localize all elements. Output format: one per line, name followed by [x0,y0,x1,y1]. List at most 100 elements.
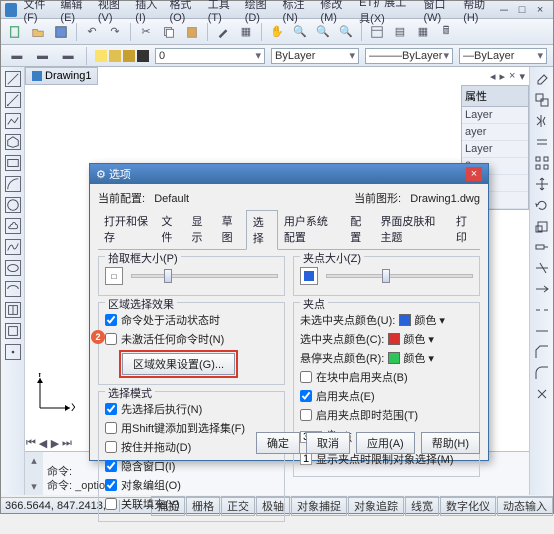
tab-profiles[interactable]: 配置 [344,210,374,249]
selected-color-button[interactable]: 颜色 ▾ [388,331,434,347]
matchprop-icon[interactable] [213,22,233,42]
layer-state-icons[interactable] [95,50,149,62]
tab-menu-icon[interactable]: ▾ [519,70,525,83]
tab-skin[interactable]: 界面皮肤和主题 [374,210,449,249]
copy-icon[interactable] [159,22,179,42]
pline-icon[interactable] [5,113,21,129]
tab-draft[interactable]: 草图 [216,210,246,249]
layermgr-icon[interactable]: ▬ [7,46,27,66]
tab-nav-right-icon[interactable]: ▸ [500,70,506,83]
designcenter-icon[interactable]: ▤ [390,22,410,42]
chk-press-drag[interactable]: 按住并拖动(D) [105,439,278,455]
ellipse-icon[interactable] [5,260,21,276]
grip-limit-field[interactable] [300,453,312,465]
offset-icon[interactable] [534,134,550,150]
zoom-realtime-icon[interactable]: 🔍 [290,22,310,42]
zoom-window-icon[interactable]: 🔍 [313,22,333,42]
new-icon[interactable] [5,22,25,42]
first-icon[interactable]: ⏮ [25,437,37,449]
chk-no-cmd[interactable]: 2 未激活任何命令时(N) [105,331,278,347]
close-icon[interactable]: × [533,4,547,16]
layerprops-icon[interactable]: ▬ [33,46,53,66]
revcloud-icon[interactable] [5,218,21,234]
open-icon[interactable] [28,22,48,42]
block-icon[interactable]: ▦ [236,22,256,42]
area-effect-settings-button[interactable]: 区域效果设置(G)... [122,353,235,375]
rectangle-icon[interactable] [5,155,21,171]
linetype-combo[interactable]: ——— ByLayer▾ [365,48,453,64]
chk-enable-grips[interactable]: 启用夹点(E) [300,388,473,404]
chamfer-icon[interactable] [534,344,550,360]
cancel-button[interactable]: 取消 [306,432,350,454]
menu-help[interactable]: 帮助(H) [459,0,495,25]
last-icon[interactable]: ⏭ [61,437,73,449]
spline-icon[interactable] [5,239,21,255]
ok-button[interactable]: 确定 [256,432,300,454]
layer-combo[interactable]: 0▾ [155,48,265,64]
color-combo[interactable]: ByLayer▾ [271,48,359,64]
polygon-icon[interactable] [5,134,21,150]
undo-icon[interactable]: ↶ [82,22,102,42]
chk-grips-in-block[interactable]: 在块中启用夹点(B) [300,369,473,385]
chk-noun-verb[interactable]: 先选择后执行(N) [105,401,278,417]
scale-icon[interactable] [534,218,550,234]
dialog-close-icon[interactable]: × [466,167,482,181]
rotate-icon[interactable] [534,197,550,213]
redo-icon[interactable]: ↷ [105,22,125,42]
lineweight-combo[interactable]: — ByLayer▾ [459,48,547,64]
chk-active-cmd[interactable]: 命令处于活动状态时 [105,312,278,328]
hover-color-button[interactable]: 颜色 ▾ [388,350,434,366]
pan-icon[interactable]: ✋ [267,22,287,42]
stretch-icon[interactable] [534,239,550,255]
tab-selection[interactable]: 选择 [246,210,278,250]
chk-implied-window[interactable]: 隐含窗口(I) [105,458,278,474]
arc-icon[interactable] [5,176,21,192]
tab-user[interactable]: 用户系统配置 [278,210,344,249]
circle-icon[interactable] [5,197,21,213]
minimize-icon[interactable]: － [497,4,511,16]
apply-button[interactable]: 应用(A) [356,432,415,454]
help-button[interactable]: 帮助(H) [421,432,480,454]
props-icon[interactable] [367,22,387,42]
tab-close-icon[interactable]: × [509,70,515,82]
ray-icon[interactable] [5,92,21,108]
cmdline-scroll[interactable]: ▴▾ [25,452,43,495]
fillet-icon[interactable] [534,365,550,381]
break-icon[interactable] [534,302,550,318]
next-icon[interactable]: ▶ [49,437,61,449]
tab-files[interactable]: 文件 [155,210,185,249]
tab-open-save[interactable]: 打开和保存 [98,210,155,249]
prev-icon[interactable]: ◀ [37,437,49,449]
point-icon[interactable] [5,344,21,360]
array-icon[interactable] [534,155,550,171]
paste-icon[interactable] [182,22,202,42]
line-icon[interactable] [5,71,21,87]
zoom-prev-icon[interactable]: 🔍 [336,22,356,42]
chk-grip-tips[interactable]: 启用夹点即时范围(T) [300,407,473,423]
tab-print[interactable]: 打印 [450,210,480,249]
save-icon[interactable] [51,22,71,42]
explode-icon[interactable] [534,386,550,402]
extend-icon[interactable] [534,281,550,297]
layerstate-icon[interactable]: ▬ [58,46,78,66]
pickbox-slider[interactable] [131,274,278,278]
insert-icon[interactable] [5,302,21,318]
gripsize-slider[interactable] [326,274,473,278]
erase-icon[interactable] [534,71,550,87]
trim-icon[interactable] [534,260,550,276]
copy-obj-icon[interactable] [534,92,550,108]
document-tab[interactable]: Drawing1 [25,67,98,85]
toolpalette-icon[interactable]: ▦ [413,22,433,42]
chk-assoc-hatch[interactable]: 关联填充(Y) [105,496,278,512]
join-icon[interactable] [534,323,550,339]
maximize-icon[interactable]: □ [515,4,529,16]
tab-display[interactable]: 显示 [185,210,215,249]
unselected-color-button[interactable]: 颜色 ▾ [399,312,445,328]
dyn-toggle[interactable]: 动态输入 [497,496,553,516]
chk-obj-group[interactable]: 对象编组(O) [105,477,278,493]
tab-nav-left-icon[interactable]: ◂ [490,70,496,83]
ellipse-arc-icon[interactable] [5,281,21,297]
move-icon[interactable] [534,176,550,192]
chk-shift-add[interactable]: 用Shift键添加到选择集(F) [105,420,278,436]
cut-icon[interactable]: ✂ [136,22,156,42]
